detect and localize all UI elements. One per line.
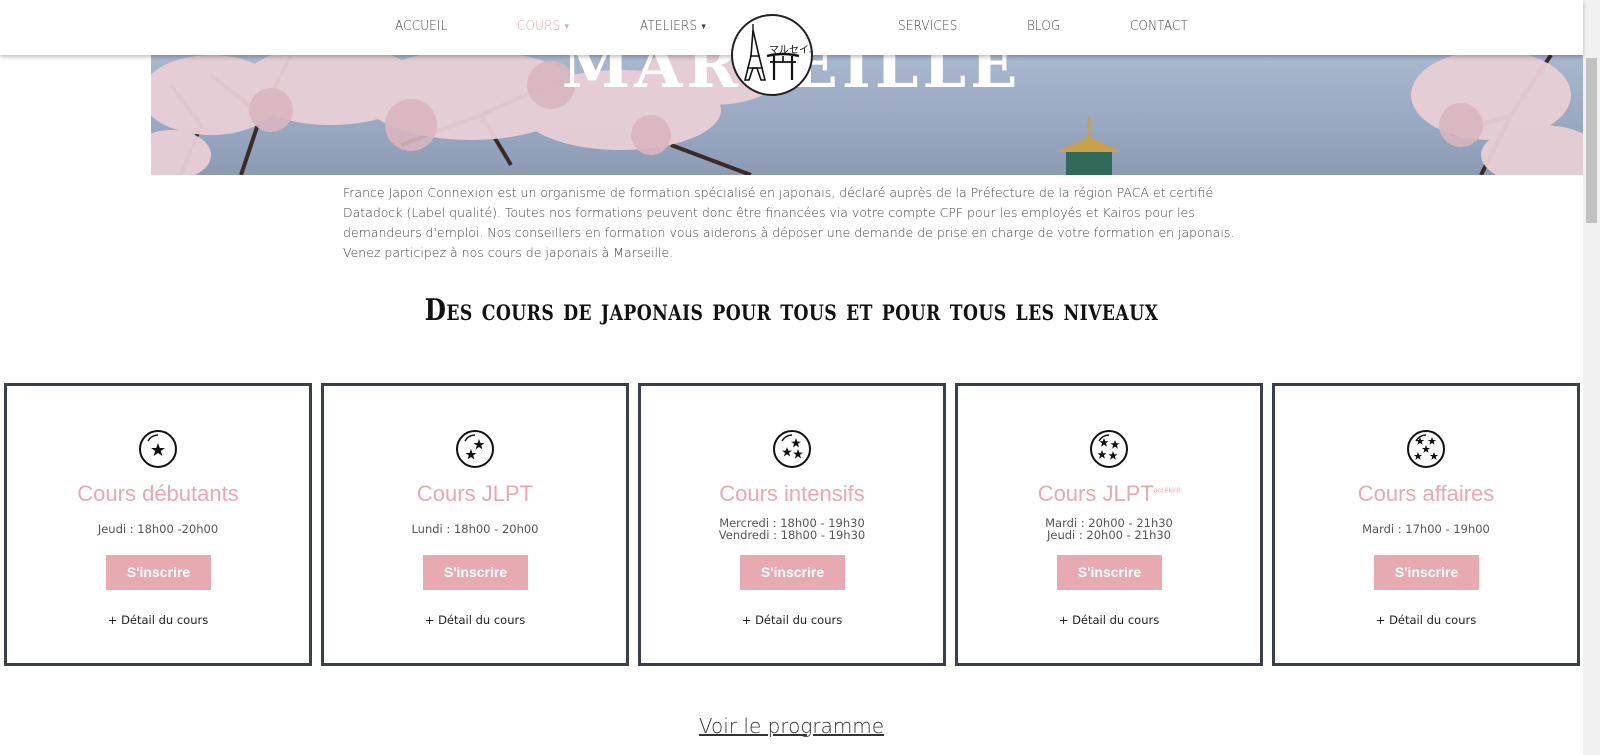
card-title: Cours affaires bbox=[1357, 481, 1495, 506]
card-schedule: Lundi : 18h00 - 20h00 bbox=[324, 523, 626, 535]
schedule-line: Vendredi : 18h00 - 19h30 bbox=[718, 528, 866, 542]
five-star-ball-icon bbox=[1407, 430, 1445, 468]
one-star-ball-icon bbox=[139, 430, 177, 468]
course-card-jlpt: Cours JLPT Lundi : 18h00 - 20h00 S'inscr… bbox=[321, 383, 629, 666]
course-detail-link[interactable]: + Détail du cours bbox=[1275, 613, 1577, 627]
course-detail-link[interactable]: + Détail du cours bbox=[324, 613, 626, 627]
page-scrollbar[interactable] bbox=[1583, 0, 1600, 755]
nav-blog[interactable]: BLOG bbox=[1027, 19, 1060, 34]
nav-ateliers[interactable]: ATELIERS ▼ bbox=[640, 19, 707, 34]
logo-text: マルセイユ bbox=[769, 45, 811, 56]
card-title: Cours JLPT bbox=[416, 481, 534, 506]
four-star-ball-icon bbox=[1090, 430, 1128, 468]
card-schedule: Mercredi : 18h00 - 19h30 Vendredi : 18h0… bbox=[641, 517, 943, 541]
card-title: Cours débutants bbox=[77, 481, 239, 506]
register-button[interactable]: S'inscrire bbox=[423, 555, 528, 590]
register-button[interactable]: S'inscrire bbox=[1057, 555, 1162, 590]
two-star-ball-icon bbox=[456, 430, 494, 468]
section-title: Des cours de japonais pour tous et pour … bbox=[424, 293, 1159, 328]
course-card-intensifs: Cours intensifs Mercredi : 18h00 - 19h30… bbox=[638, 383, 946, 666]
site-logo[interactable]: マルセイユ bbox=[731, 14, 813, 96]
register-button[interactable]: S'inscrire bbox=[740, 555, 845, 590]
nav-contact[interactable]: CONTACT bbox=[1130, 19, 1188, 34]
card-title: Cours JLPTaccéléré bbox=[958, 481, 1260, 507]
nav-cours[interactable]: COURS ▼ bbox=[517, 19, 571, 34]
course-card-affaires: Cours affaires Mardi : 17h00 - 19h00 S'i… bbox=[1272, 383, 1580, 666]
card-schedule: Mardi : 20h00 - 21h30 Jeudi : 20h00 - 21… bbox=[958, 517, 1260, 541]
chevron-down-icon: ▼ bbox=[563, 22, 571, 31]
register-button[interactable]: S'inscrire bbox=[106, 555, 211, 590]
schedule-line: Mardi : 17h00 - 19h00 bbox=[1362, 522, 1490, 536]
course-card-debutants: Cours débutants Jeudi : 18h00 -20h00 S'i… bbox=[4, 383, 312, 666]
card-title: Cours intensifs bbox=[719, 481, 865, 506]
course-detail-link[interactable]: + Détail du cours bbox=[958, 613, 1260, 627]
three-star-ball-icon bbox=[773, 430, 811, 468]
card-schedule: Jeudi : 18h00 -20h00 bbox=[7, 523, 309, 535]
scrollbar-thumb[interactable] bbox=[1586, 58, 1597, 223]
schedule-line: Jeudi : 20h00 - 21h30 bbox=[1046, 528, 1171, 542]
card-title-superscript: accéléré bbox=[1153, 487, 1181, 495]
course-detail-link[interactable]: + Détail du cours bbox=[641, 613, 943, 627]
nav-ateliers-label: ATELIERS bbox=[640, 19, 698, 34]
course-card-jlpt-accelere: Cours JLPTaccéléré Mardi : 20h00 - 21h30… bbox=[955, 383, 1263, 666]
card-schedule: Mardi : 17h00 - 19h00 bbox=[1275, 523, 1577, 535]
nav-accueil[interactable]: ACCUEIL bbox=[395, 19, 447, 34]
schedule-line: Jeudi : 18h00 -20h00 bbox=[97, 522, 219, 536]
register-button[interactable]: S'inscrire bbox=[1374, 555, 1479, 590]
intro-paragraph: France Japon Connexion est un organisme … bbox=[343, 185, 1235, 260]
schedule-line: Lundi : 18h00 - 20h00 bbox=[411, 522, 539, 536]
nav-services[interactable]: SERVICES bbox=[898, 19, 957, 34]
voir-programme-link[interactable]: Voir le programme bbox=[0, 714, 1583, 738]
nav-cours-label: COURS bbox=[517, 19, 561, 34]
chevron-down-icon: ▼ bbox=[700, 22, 708, 31]
card-title-text: Cours JLPT bbox=[1037, 481, 1154, 506]
course-detail-link[interactable]: + Détail du cours bbox=[7, 613, 309, 627]
